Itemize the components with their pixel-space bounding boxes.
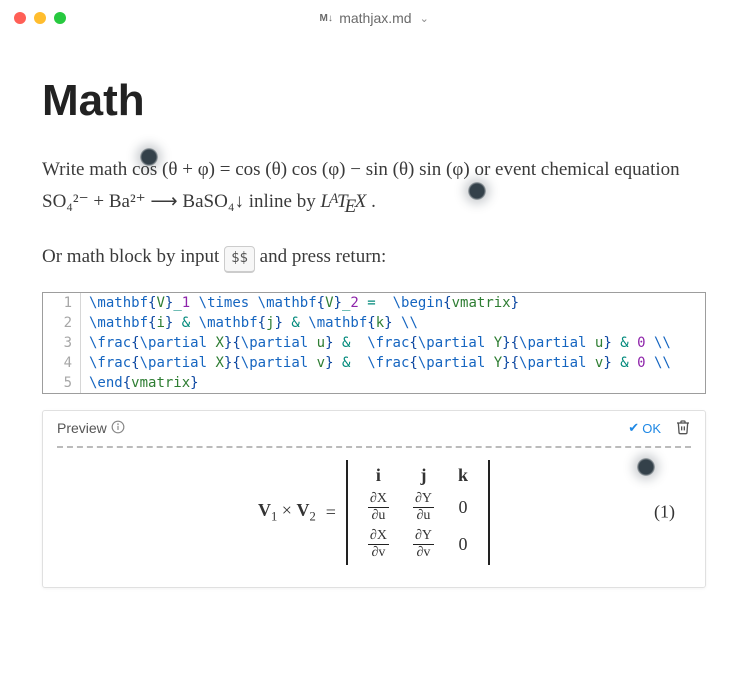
latex-logo: LATEX [320,191,366,212]
info-icon[interactable] [111,420,125,437]
code-text: \frac{\partial X}{\partial u} & \frac{\p… [81,333,679,353]
para1-mid: or event chemical equation [474,159,679,180]
code-line-2[interactable]: 2 \mathbf{i} & \mathbf{j} & \mathbf{k} \… [43,313,705,333]
inline-chem-equation: SO₄²⁻ + Ba²⁺ ⟶ BaSO₄↓ [42,191,244,212]
minimize-window-button[interactable] [34,12,46,24]
ok-label: OK [642,421,661,436]
cursor-indicator-2 [468,182,486,200]
code-line-5[interactable]: 5 \end{vmatrix} [43,373,705,393]
code-text: \mathbf{i} & \mathbf{j} & \mathbf{k} \\ [81,313,426,333]
math-preview-panel: Preview ✔ OK V1 × V2 = [42,410,706,588]
code-text: \frac{\partial X}{\partial v} & \frac{\p… [81,353,679,373]
eq-lhs: V1 × V2 [258,500,316,525]
code-text: \mathbf{V}_1 \times \mathbf{V}_2 = \begi… [81,293,527,313]
inline-math-trig: cos (θ + φ) = cos (θ) cos (φ) − sin (θ) … [132,159,470,180]
rendered-equation: V1 × V2 = i j k ∂X∂u ∂Y∂u 0 [57,462,691,563]
equals-sign: = [326,502,336,523]
preview-ok-button[interactable]: ✔ OK [628,420,661,436]
code-line-1[interactable]: 1 \mathbf{V}_1 \times \mathbf{V}_2 = \be… [43,293,705,313]
line-number: 2 [43,313,81,333]
para2-prefix: Or math block by input [42,246,224,267]
preview-label: Preview [57,420,107,436]
filename-dropdown[interactable]: M↓ mathjax.md ⌄ [319,10,429,26]
check-icon: ✔ [628,420,639,436]
preview-separator [57,446,691,448]
window-titlebar: M↓ mathjax.md ⌄ [0,0,748,36]
chevron-down-icon: ⌄ [420,12,429,25]
keyboard-hint: $$ [224,246,255,273]
para2-suffix: and press return: [260,246,387,267]
maximize-window-button[interactable] [54,12,66,24]
cursor-indicator-3 [637,458,655,476]
filename-text: mathjax.md [339,10,411,26]
code-line-4[interactable]: 4 \frac{\partial X}{\partial v} & \frac{… [43,353,705,373]
para1-suffix1: inline by [249,191,321,212]
traffic-lights [14,12,66,24]
document-content: Math Write math cos (θ + φ) = cos (θ) co… [0,36,748,608]
code-text: \end{vmatrix} [81,373,207,393]
line-number: 5 [43,373,81,393]
close-window-button[interactable] [14,12,26,24]
line-number: 3 [43,333,81,353]
intro-paragraph-2[interactable]: Or math block by input $$ and press retu… [42,241,706,273]
determinant-matrix: i j k ∂X∂u ∂Y∂u 0 ∂X∂v ∂Y∂v 0 [346,462,490,563]
intro-paragraph-1[interactable]: Write math cos (θ + φ) = cos (θ) cos (φ)… [42,154,706,223]
markdown-file-icon: M↓ [319,11,333,25]
page-title: Math [42,76,706,126]
latex-code-block[interactable]: 1 \mathbf{V}_1 \times \mathbf{V}_2 = \be… [42,292,706,394]
para1-suffix2: . [371,191,376,212]
preview-delete-button[interactable] [675,419,691,438]
para1-prefix: Write math [42,159,132,180]
line-number: 4 [43,353,81,373]
code-line-3[interactable]: 3 \frac{\partial X}{\partial u} & \frac{… [43,333,705,353]
equation-number: (1) [654,502,675,523]
line-number: 1 [43,293,81,313]
